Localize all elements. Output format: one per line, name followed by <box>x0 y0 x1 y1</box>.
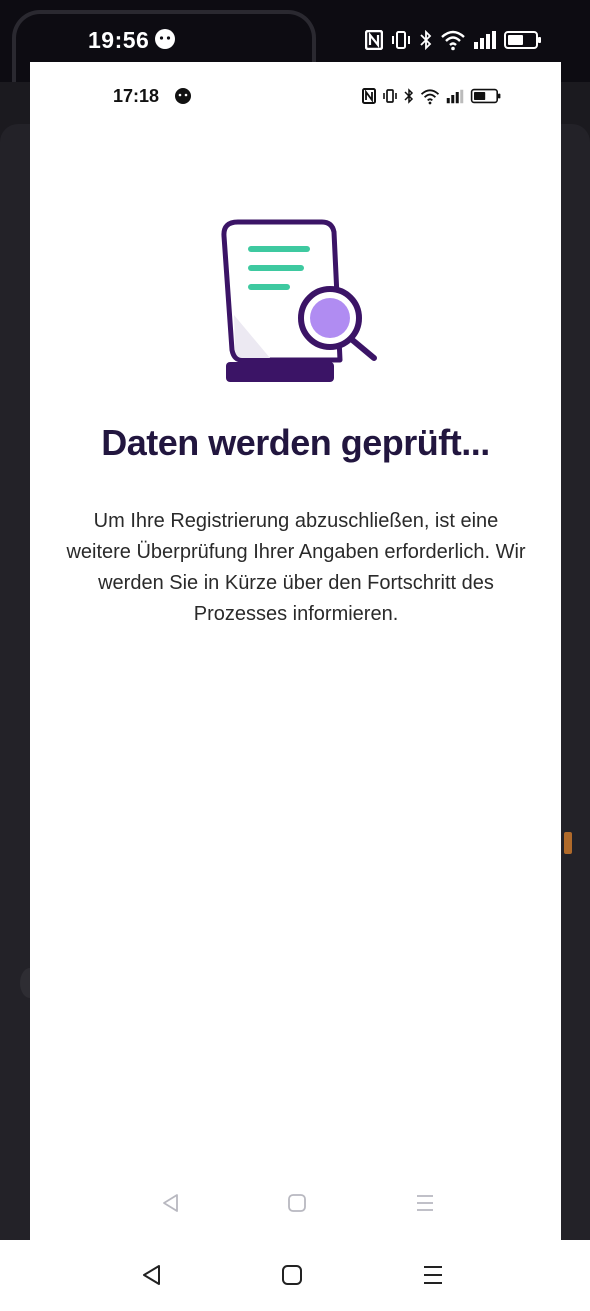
nfc-icon <box>362 88 376 104</box>
menu-lines-icon <box>417 1195 433 1211</box>
inner-navigation-bar <box>30 1184 561 1224</box>
back-triangle-icon[interactable] <box>137 1260 167 1290</box>
home-square-icon <box>288 1194 306 1212</box>
document-search-illustration <box>221 219 377 382</box>
nfc-icon <box>365 30 383 50</box>
signal-icon <box>474 31 496 49</box>
vibrate-icon <box>392 31 410 49</box>
status-description: Um Ihre Registrierung abzuschließen, ist… <box>66 510 526 625</box>
battery-icon <box>470 88 501 104</box>
bluetooth-icon <box>404 88 414 104</box>
outer-status-time: 19:56 <box>88 27 150 53</box>
signal-icon <box>446 89 464 103</box>
background-accent-mark <box>564 832 572 854</box>
outer-status-icons <box>365 26 542 54</box>
system-navigation-bar <box>0 1240 590 1311</box>
page-title: Daten werden geprüft... <box>101 422 490 463</box>
inner-status-bar: 17:18 <box>30 62 561 128</box>
home-square-icon[interactable] <box>277 1260 307 1290</box>
notification-face-icon <box>155 29 175 49</box>
menu-lines-icon[interactable] <box>418 1260 448 1290</box>
vibrate-icon <box>383 89 397 103</box>
bluetooth-icon <box>420 30 432 50</box>
notification-dot-icon <box>175 88 191 104</box>
verification-screen: 17:18 Daten werden geprüft... Um Ihre Re… <box>30 62 561 1240</box>
inner-status-time: 17:18 <box>113 86 160 106</box>
battery-icon <box>504 31 541 49</box>
inner-status-icons <box>362 84 502 108</box>
wifi-icon <box>441 30 465 51</box>
wifi-icon <box>420 88 440 104</box>
back-triangle-icon <box>163 1194 178 1212</box>
